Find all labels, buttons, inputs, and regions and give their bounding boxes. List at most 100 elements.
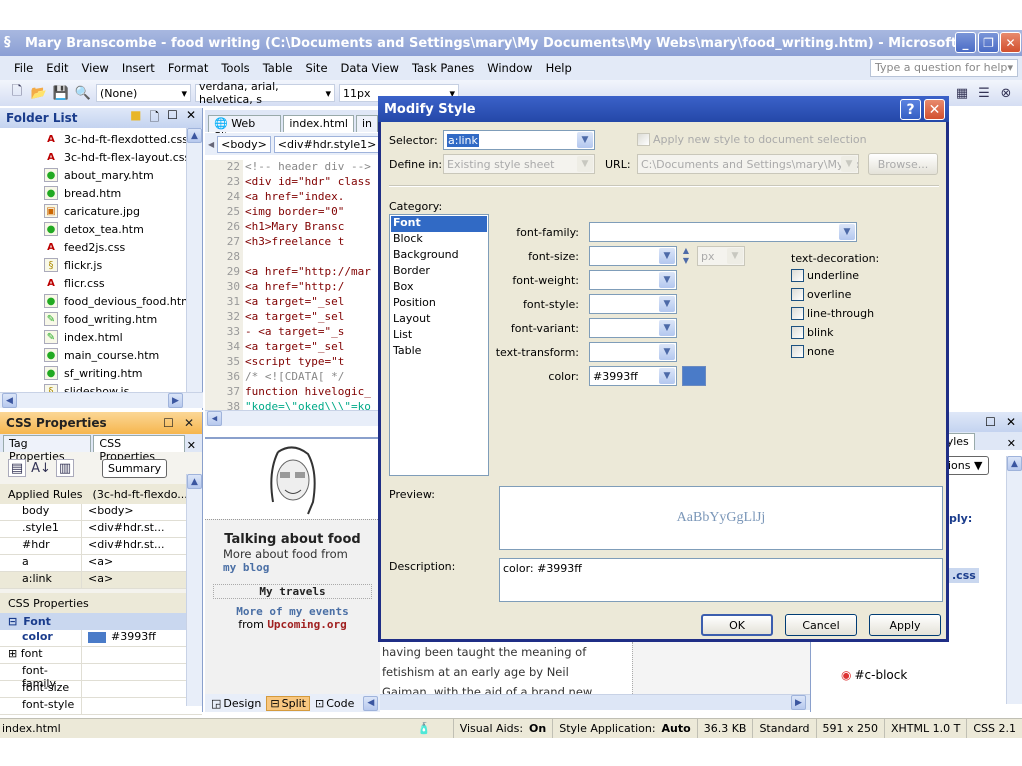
font-size-combo[interactable]: ▼ — [589, 246, 677, 266]
close-icon[interactable]: ✕ — [186, 108, 196, 129]
menu-task-panes[interactable]: Task Panes — [412, 61, 474, 75]
close-icon[interactable]: ✕ — [187, 439, 196, 452]
font-size-unit-select[interactable]: px ▼ — [697, 246, 745, 266]
text-decoration-underline-checkbox[interactable]: underline — [791, 269, 859, 282]
category-list[interactable]: Font Block Background Border Box Position Layo… — [389, 214, 489, 476]
more-events-link[interactable]: More of my events — [213, 605, 372, 618]
applied-rules-source[interactable]: (3c-hd-ft-flexdo... — [93, 488, 188, 501]
design-hscrollbar[interactable]: ▶ — [380, 694, 810, 710]
help-search-box[interactable]: Type a question for help ▾ — [870, 59, 1018, 77]
css-property-row[interactable]: font-size — [0, 681, 202, 698]
close-icon[interactable]: ✕ — [1006, 415, 1016, 429]
chevron-down-icon[interactable]: ▼ — [659, 344, 675, 360]
menu-format[interactable]: Format — [168, 61, 209, 75]
spin-down-icon[interactable]: ▼ — [679, 256, 693, 266]
folder-item[interactable]: A 3c-hd-ft-flex-layout.css — [44, 148, 202, 166]
code-line[interactable]: 24 <a href="index. — [205, 190, 380, 205]
scroll-up-icon[interactable]: ▲ — [1007, 456, 1022, 471]
folder-item[interactable]: ▣ caricature.jpg — [44, 202, 202, 220]
menu-file[interactable]: File — [14, 61, 33, 75]
scroll-left-icon[interactable]: ◀ — [207, 411, 222, 426]
menu-table[interactable]: Table — [263, 61, 293, 75]
code-line[interactable]: 36/* <![CDATA[ */ — [205, 370, 380, 385]
font-group-row[interactable]: ⊟ Font — [0, 613, 202, 630]
code-line[interactable]: 26 <h1>Mary Bransc — [205, 220, 380, 235]
text-decoration-line-through-checkbox[interactable]: line-through — [791, 307, 874, 320]
close-icon[interactable]: ✕ — [184, 416, 194, 430]
doctype[interactable]: XHTML 1.0 T — [884, 719, 966, 738]
code-line[interactable]: 37 function hivelogic_ — [205, 385, 380, 400]
scroll-left-icon[interactable]: ◀ — [2, 393, 17, 408]
categorized-view-icon[interactable]: ▤ — [8, 459, 26, 477]
code-line[interactable]: 25 <img border="0" — [205, 205, 380, 220]
stylesheet-item[interactable]: .css — [949, 568, 979, 583]
breadcrumb-body[interactable]: <body> — [217, 135, 271, 153]
maximize-icon[interactable]: ☐ — [985, 415, 996, 429]
folder-item[interactable]: A 3c-hd-ft-flexdotted.css — [44, 130, 202, 148]
maximize-icon[interactable]: ☐ — [167, 108, 178, 129]
code-line[interactable]: 28 — [205, 250, 380, 265]
category-background[interactable]: Background — [391, 248, 487, 264]
code-line[interactable]: 29 <a href="http://mar — [205, 265, 380, 280]
menu-window[interactable]: Window — [487, 61, 532, 75]
style-select[interactable]: (None) ▾ — [96, 84, 191, 102]
code-hscrollbar[interactable]: ◀ — [205, 410, 380, 426]
collapse-icon[interactable]: ⊟ — [8, 615, 17, 628]
applied-rule-row[interactable]: #hdr <div#hdr.st... — [0, 538, 202, 555]
folder-item[interactable]: ✎ food_writing.htm — [44, 310, 202, 328]
chevron-down-icon[interactable]: ▼ — [839, 224, 855, 240]
maximize-icon[interactable]: ☐ — [163, 416, 174, 430]
selector-combo[interactable]: a:link ▼ — [443, 130, 595, 150]
upcoming-link[interactable]: Upcoming.org — [267, 618, 346, 631]
folder-item[interactable]: Aflicr.css — [44, 274, 202, 292]
category-border[interactable]: Border — [391, 264, 487, 280]
style-item-c-block[interactable]: ◉ #c-block — [841, 668, 907, 682]
folder-item[interactable]: ● food_devious_food.htm — [44, 292, 202, 310]
breadcrumb-scroll-left-icon[interactable]: ◀ — [208, 140, 214, 149]
menu-edit[interactable]: Edit — [46, 61, 68, 75]
folder-list-hscrollbar[interactable]: ◀ ▶ — [0, 392, 203, 408]
url-combo[interactable]: C:\Documents and Settings\mary\My Doc ▼ — [637, 154, 859, 174]
font-style-combo[interactable]: ▼ — [589, 294, 677, 314]
design-view[interactable]: Talking about food More about food from … — [205, 437, 380, 694]
page-dimensions[interactable]: 591 x 250 — [815, 719, 885, 738]
folder-item[interactable]: ● bread.htm — [44, 184, 202, 202]
color-swatch[interactable] — [682, 366, 706, 386]
expand-icon[interactable]: ⊞ — [8, 647, 21, 660]
define-in-select[interactable]: Existing style sheet ▼ — [443, 154, 595, 174]
chevron-down-icon[interactable]: ▼ — [659, 296, 675, 312]
spin-up-icon[interactable]: ▲ — [679, 246, 693, 256]
browse-button[interactable]: Browse... — [868, 153, 938, 175]
design-view-button[interactable]: ◲ Design — [208, 697, 264, 710]
table-icon[interactable]: ▦ — [953, 84, 971, 102]
folder-list-scrollbar[interactable]: ▲ — [186, 128, 202, 394]
category-position[interactable]: Position — [391, 296, 487, 312]
tab-web-site[interactable]: 🌐 Web Site — [208, 115, 282, 143]
folder-item[interactable]: ● about_mary.htm — [44, 166, 202, 184]
help-button[interactable]: ? — [900, 99, 921, 120]
code-line[interactable]: 31 <a target="_sel — [205, 295, 380, 310]
chevron-down-icon[interactable]: ▼ — [577, 132, 593, 148]
code-line[interactable]: 27 <h3>freelance t — [205, 235, 380, 250]
sort-az-icon[interactable]: A↓ — [31, 459, 51, 477]
my-blog-link[interactable]: my blog — [213, 561, 372, 574]
stop-icon[interactable]: ⊗ — [997, 84, 1015, 102]
chevron-down-icon[interactable]: ▼ — [659, 272, 675, 288]
code-line[interactable]: 22 <!-- header div --> — [205, 160, 380, 175]
summary-button[interactable]: Summary — [102, 458, 168, 478]
font-variant-combo[interactable]: ▼ — [589, 318, 677, 338]
folder-item[interactable]: ● sf_writing.htm — [44, 364, 202, 382]
chevron-down-icon[interactable]: ▼ — [659, 248, 675, 264]
applied-rule-row[interactable]: a:link <a> — [0, 572, 202, 589]
ok-button[interactable]: OK — [701, 614, 773, 636]
color-combo[interactable]: #3993ff ▼ — [589, 366, 677, 386]
text-decoration-overline-checkbox[interactable]: overline — [791, 288, 851, 301]
font-size-spinner[interactable]: ▲ ▼ — [679, 246, 693, 266]
font-weight-combo[interactable]: ▼ — [589, 270, 677, 290]
chevron-down-icon[interactable]: ▼ — [659, 320, 675, 336]
code-line[interactable]: 33 - <a target="_s — [205, 325, 380, 340]
category-box[interactable]: Box — [391, 280, 487, 296]
applied-rule-row[interactable]: a <a> — [0, 555, 202, 572]
scroll-up-icon[interactable]: ▲ — [187, 474, 202, 489]
code-line[interactable]: 30 <a href="http:/ — [205, 280, 380, 295]
